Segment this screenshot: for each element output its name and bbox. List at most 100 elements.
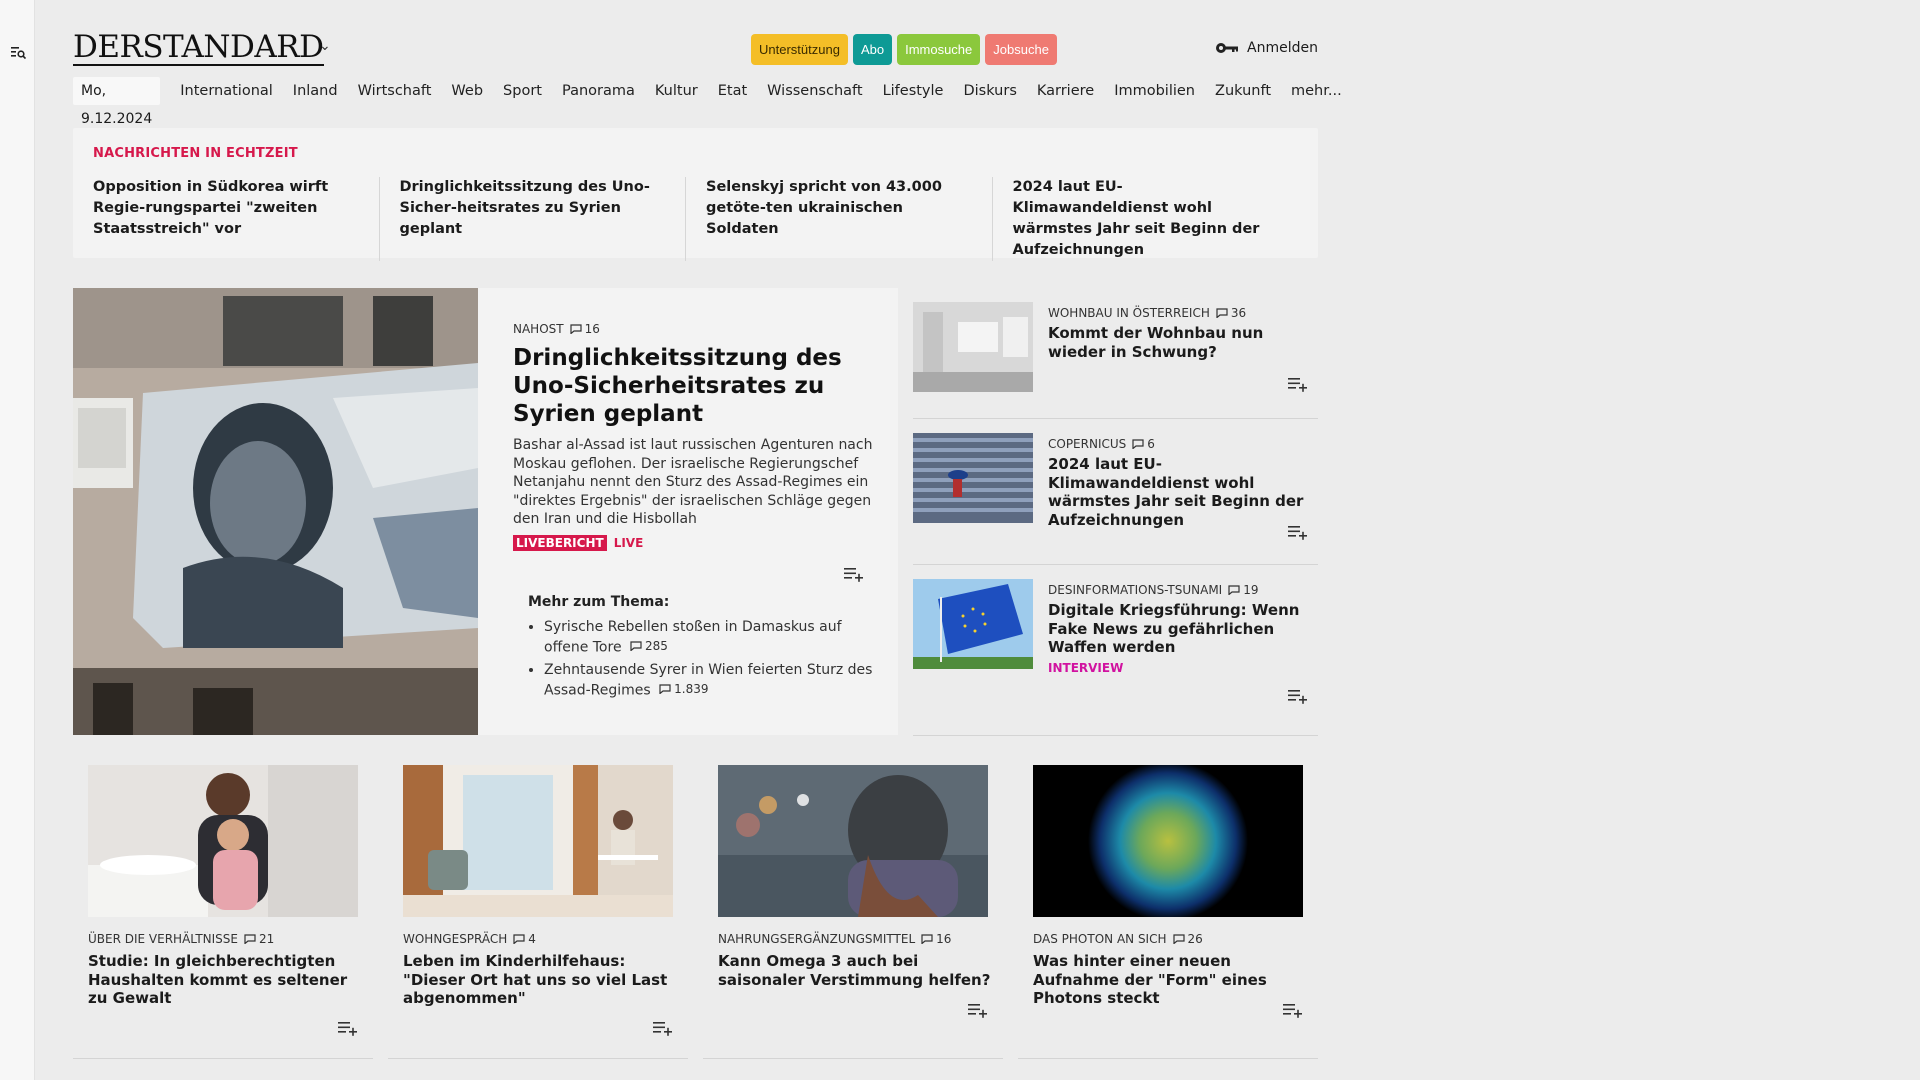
teaser-card-body: ÜBER DIE VERHÄLTNISSE 21 Studie: In glei… — [88, 932, 363, 1008]
nav-item-wirtschaft[interactable]: Wirtschaft — [358, 83, 432, 99]
comment-count[interactable]: 1.839 — [659, 680, 709, 699]
side-teaser-body: WOHNBAU IN ÖSTERREICH 36 Kommt der Wohnb… — [1048, 306, 1308, 361]
nav-item-international[interactable]: International — [180, 83, 273, 99]
more-on-topic-list: Syrische Rebellen stoßen in Damaskus auf… — [528, 618, 873, 700]
side-headline[interactable]: Digitale Kriegsführung: Wenn Fake News z… — [1048, 601, 1308, 657]
abo-button[interactable]: Abo — [852, 34, 893, 65]
side-headline[interactable]: 2024 laut EU-Klimawandeldienst wohl wärm… — [1048, 455, 1308, 529]
nav-item-sport[interactable]: Sport — [503, 83, 542, 99]
breaking-news-list: Opposition in Südkorea wirft Regie-rungs… — [93, 177, 1298, 261]
card-kicker: DAS PHOTON AN SICH 26 — [1033, 932, 1308, 946]
lead-story: NAHOST 16 Dringlichkeitssitzung des Uno-… — [73, 288, 898, 735]
breaking-news-item[interactable]: 2024 laut EU-Klimawandeldienst wohl wärm… — [1013, 177, 1299, 261]
breaking-news-item[interactable]: Selenskyj spricht von 43.000 getöte-ten … — [706, 177, 993, 261]
card-headline[interactable]: Was hinter einer neuen Aufnahme der "For… — [1033, 952, 1308, 1008]
comment-icon — [630, 641, 642, 651]
list-item[interactable]: Syrische Rebellen stoßen in Damaskus auf… — [544, 618, 873, 656]
side-headline[interactable]: Kommt der Wohnbau nun wieder in Schwung? — [1048, 324, 1308, 361]
comment-count[interactable]: 36 — [1216, 306, 1246, 320]
card-headline[interactable]: Studie: In gleichberechtigten Haushalten… — [88, 952, 363, 1008]
comment-icon — [1172, 934, 1185, 944]
teaser-card[interactable]: DAS PHOTON AN SICH 26 Was hinter einer n… — [1018, 760, 1318, 1059]
side-teaser-image[interactable] — [913, 302, 1033, 392]
comment-count[interactable]: 16 — [921, 932, 951, 946]
breaking-news-label: NACHRICHTEN IN ECHTZEIT — [93, 146, 298, 161]
list-item[interactable]: Zehntausende Syrer in Wien feierten Stur… — [544, 661, 873, 699]
nav-item-inland[interactable]: Inland — [293, 83, 338, 99]
lead-kicker: NAHOST 16 — [513, 322, 873, 336]
comment-count-value: 4 — [528, 932, 536, 946]
teaser-card-image[interactable] — [718, 765, 988, 917]
comment-count[interactable]: 21 — [244, 932, 274, 946]
lead-story-image[interactable] — [73, 288, 478, 735]
comment-count[interactable]: 19 — [1228, 583, 1259, 597]
add-to-list-icon[interactable] — [653, 1020, 673, 1036]
comment-count[interactable]: 6 — [1132, 437, 1155, 451]
card-headline[interactable]: Kann Omega 3 auch bei saisonaler Verstim… — [718, 952, 993, 989]
nav-item-immobilien[interactable]: Immobilien — [1114, 83, 1195, 99]
nav-item-etat[interactable]: Etat — [718, 83, 747, 99]
comment-count[interactable]: 285 — [630, 637, 668, 656]
comment-count-value: 6 — [1147, 437, 1155, 451]
teaser-card[interactable]: WOHNGESPRÄCH 4 Leben im Kinderhilfehaus:… — [388, 760, 688, 1059]
immosuche-button[interactable]: Immosuche — [897, 34, 981, 65]
card-kicker: NAHRUNGSERGÄNZUNGSMITTEL 16 — [718, 932, 993, 946]
nav-item-kultur[interactable]: Kultur — [655, 83, 698, 99]
add-to-list-icon[interactable] — [1288, 688, 1308, 704]
side-teaser[interactable]: COPERNICUS 6 2024 laut EU-Klimawandeldie… — [913, 419, 1318, 565]
add-to-list-icon[interactable] — [1283, 1002, 1303, 1018]
comment-count[interactable]: 4 — [513, 932, 536, 946]
add-to-list-icon[interactable] — [1288, 376, 1308, 392]
live-badge: LIVE — [613, 535, 644, 550]
nav-item-zukunft[interactable]: Zukunft — [1215, 83, 1271, 99]
add-to-list-icon[interactable] — [338, 1020, 358, 1036]
login-button[interactable]: Anmelden — [1215, 40, 1318, 56]
main-container: DERSTANDARD ⌄ Unterstützung Abo Immosuch… — [73, 0, 1342, 1080]
add-to-list-icon[interactable] — [968, 1002, 988, 1018]
related-link[interactable]: Syrische Rebellen stoßen in Damaskus auf… — [544, 619, 842, 655]
menu-search-icon[interactable] — [10, 44, 26, 60]
teaser-card[interactable]: NAHRUNGSERGÄNZUNGSMITTEL 16 Kann Omega 3… — [703, 760, 1003, 1059]
nav-item-web[interactable]: Web — [451, 83, 483, 99]
teaser-card-image[interactable] — [1033, 765, 1303, 917]
side-kicker: WOHNBAU IN ÖSTERREICH 36 — [1048, 306, 1308, 320]
side-teaser[interactable]: WOHNBAU IN ÖSTERREICH 36 Kommt der Wohnb… — [913, 288, 1318, 419]
comment-icon — [1228, 585, 1240, 595]
side-teaser-image[interactable] — [913, 433, 1033, 523]
teaser-card-image[interactable] — [403, 765, 673, 917]
comment-count-value: 1.839 — [674, 681, 709, 696]
chevron-down-icon[interactable]: ⌄ — [319, 38, 331, 54]
teaser-card-image[interactable] — [88, 765, 358, 917]
comment-count-value: 16 — [584, 322, 600, 336]
side-kicker: COPERNICUS 6 — [1048, 437, 1308, 451]
side-teaser[interactable]: DESINFORMATIONS-TSUNAMI 19 Digitale Krie… — [913, 565, 1318, 736]
livebericht-badge: LIVEBERICHT — [513, 534, 607, 551]
nav-item-karriere[interactable]: Karriere — [1037, 83, 1094, 99]
key-icon — [1215, 42, 1239, 54]
jobsuche-button[interactable]: Jobsuche — [985, 34, 1057, 65]
logo[interactable]: DERSTANDARD — [73, 28, 324, 66]
comment-count[interactable]: 26 — [1172, 932, 1203, 946]
comment-icon — [1216, 308, 1228, 318]
nav-item-wissenschaft[interactable]: Wissenschaft — [767, 83, 862, 99]
teaser-card[interactable]: ÜBER DIE VERHÄLTNISSE 21 Studie: In glei… — [73, 760, 373, 1059]
side-kicker: DESINFORMATIONS-TSUNAMI 19 — [1048, 583, 1308, 597]
side-teaser-image[interactable] — [913, 579, 1033, 669]
nav-item-more[interactable]: mehr... — [1291, 83, 1342, 99]
support-button[interactable]: Unterstützung — [751, 34, 848, 65]
lead-headline[interactable]: Dringlichkeitssitzung des Uno-Sicherheit… — [513, 344, 873, 428]
comment-icon — [244, 934, 256, 944]
teaser-grid: ÜBER DIE VERHÄLTNISSE 21 Studie: In glei… — [73, 760, 1318, 1059]
add-to-list-icon[interactable] — [844, 566, 864, 582]
comment-count[interactable]: 16 — [570, 322, 600, 336]
side-teaser-body: DESINFORMATIONS-TSUNAMI 19 Digitale Krie… — [1048, 583, 1308, 675]
nav-item-panorama[interactable]: Panorama — [562, 83, 635, 99]
side-teaser-list: WOHNBAU IN ÖSTERREICH 36 Kommt der Wohnb… — [913, 288, 1318, 736]
card-headline[interactable]: Leben im Kinderhilfehaus: "Dieser Ort ha… — [403, 952, 678, 1008]
add-to-list-icon[interactable] — [1288, 524, 1308, 540]
nav-item-diskurs[interactable]: Diskurs — [963, 83, 1016, 99]
nav-item-lifestyle[interactable]: Lifestyle — [883, 83, 944, 99]
breaking-news-item[interactable]: Opposition in Südkorea wirft Regie-rungs… — [93, 177, 380, 261]
breaking-news-item[interactable]: Dringlichkeitssitzung des Uno-Sicher-hei… — [400, 177, 686, 261]
comment-count-value: 21 — [258, 932, 275, 946]
